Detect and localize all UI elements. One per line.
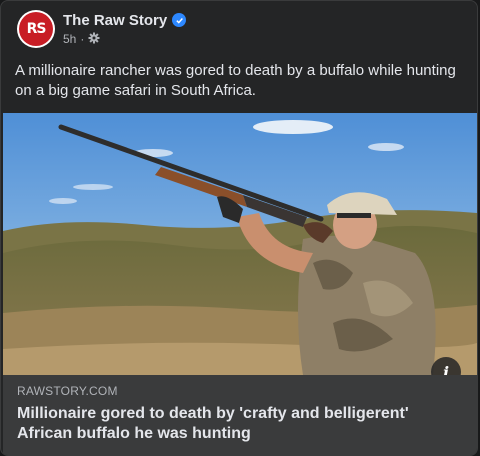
post-card: RS The Raw Story 5h · A millionaire ranc… <box>0 0 478 456</box>
verified-badge-icon <box>172 13 187 27</box>
gear-icon <box>88 32 100 47</box>
avatar-logo: RS <box>19 12 53 46</box>
post-timestamp[interactable]: 5h <box>63 32 76 46</box>
post-meta: 5h · <box>63 32 186 47</box>
link-preview[interactable]: RAWSTORY.COM Millionaire gored to death … <box>3 375 477 455</box>
post-header: RS The Raw Story 5h · <box>17 9 187 49</box>
link-domain: RAWSTORY.COM <box>17 384 118 398</box>
page-name[interactable]: The Raw Story <box>63 11 187 29</box>
post-text: A millionaire rancher was gored to death… <box>15 62 456 99</box>
post-photo[interactable] <box>3 113 477 375</box>
hunter-photo-illustration <box>3 113 477 375</box>
page-name-label: The Raw Story <box>63 11 168 29</box>
link-headline[interactable]: Millionaire gored to death by 'crafty an… <box>17 404 457 444</box>
author-block: The Raw Story 5h · <box>63 11 187 47</box>
avatar[interactable]: RS <box>17 10 55 48</box>
separator-dot: · <box>80 32 85 46</box>
